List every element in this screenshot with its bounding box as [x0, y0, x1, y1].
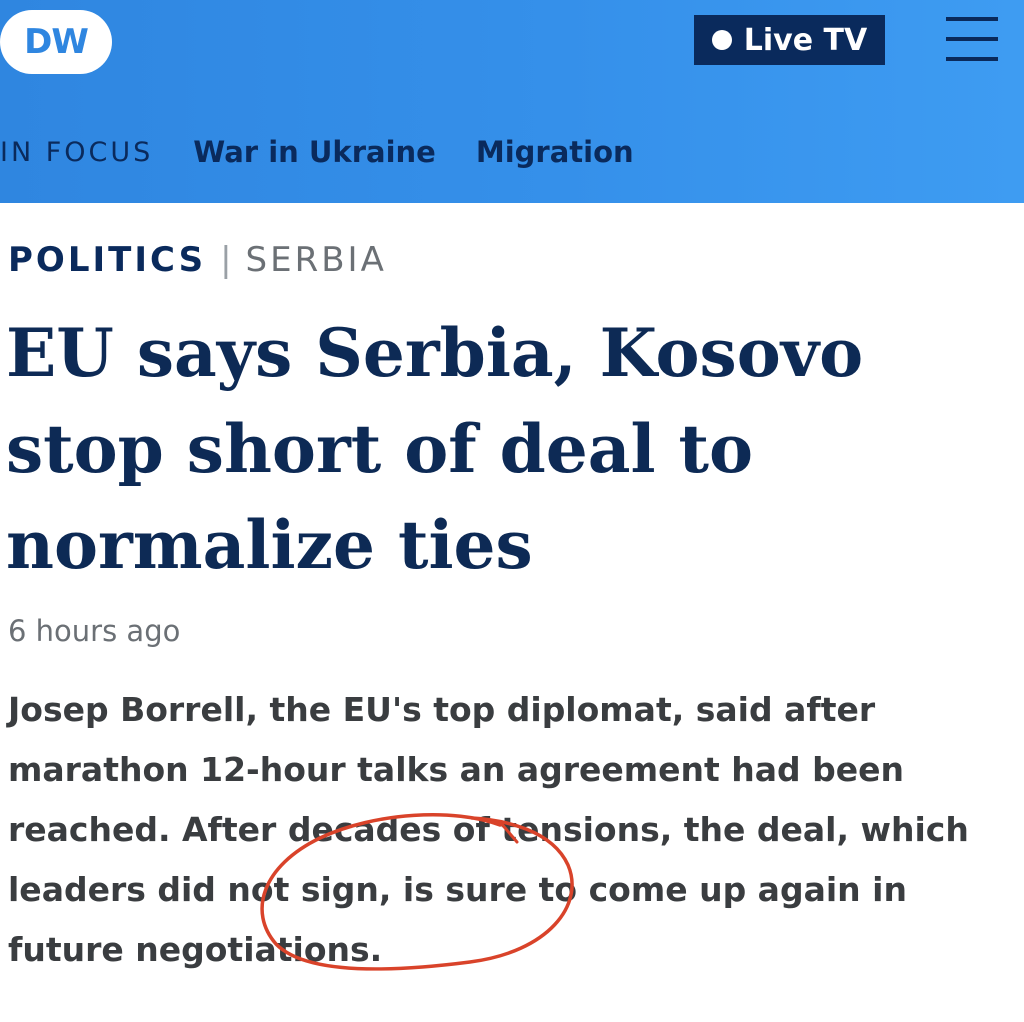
category-politics[interactable]: POLITICS: [8, 240, 206, 280]
live-tv-button[interactable]: Live TV: [694, 15, 885, 65]
live-dot-icon: [711, 30, 732, 50]
category-separator: |: [220, 240, 232, 280]
in-focus-label: IN FOCUS: [0, 136, 154, 168]
site-header: DW Live TV IN FOCUS War in Ukraine Migra…: [0, 0, 1024, 203]
live-tv-label: Live TV: [743, 22, 868, 58]
article-title: EU says Serbia, Kosovo stop short of dea…: [6, 314, 864, 584]
dw-logo[interactable]: DW: [0, 10, 112, 74]
article-timestamp: 6 hours ago: [8, 614, 181, 648]
nav-item-migration[interactable]: Migration: [476, 135, 634, 169]
nav-item-war-in-ukraine[interactable]: War in Ukraine: [193, 135, 436, 169]
article-teaser: Josep Borrell, the EU's top diplomat, sa…: [8, 690, 969, 969]
category-serbia[interactable]: SERBIA: [246, 240, 387, 280]
logo-text: DW: [24, 22, 89, 62]
focus-nav: IN FOCUS War in Ukraine Migration: [0, 128, 674, 176]
hamburger-menu-icon[interactable]: [946, 17, 998, 61]
article-category: POLITICS | SERBIA: [8, 238, 387, 282]
